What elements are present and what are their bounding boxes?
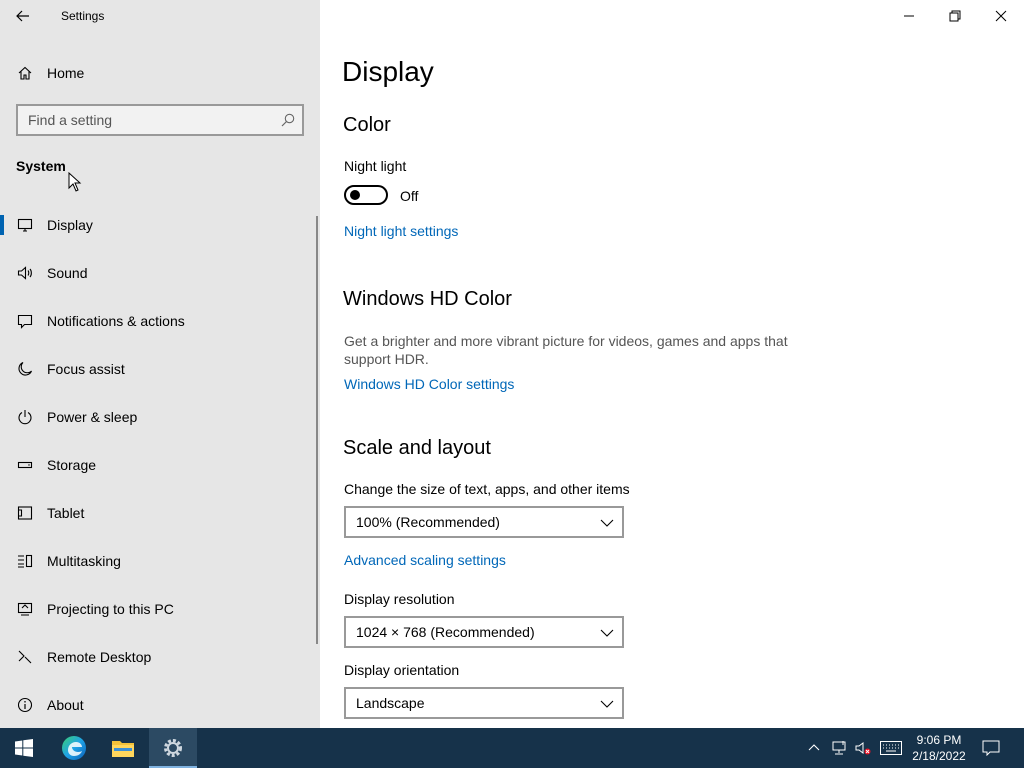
multitasking-icon xyxy=(16,552,34,570)
sidebar-item-label: About xyxy=(47,697,84,713)
show-hidden-icons-button[interactable] xyxy=(804,728,824,768)
chevron-down-icon xyxy=(600,700,614,708)
info-icon xyxy=(16,696,34,714)
chevron-down-icon xyxy=(600,519,614,527)
clock-date: 2/18/2022 xyxy=(912,749,966,763)
sidebar-item-storage[interactable]: Storage xyxy=(0,441,316,489)
resolution-label: Display resolution xyxy=(344,591,455,607)
edge-taskbar-button[interactable] xyxy=(50,728,98,768)
sidebar-item-about[interactable]: About xyxy=(0,681,316,729)
night-light-state: Off xyxy=(400,188,419,204)
volume-muted-icon xyxy=(855,742,871,755)
sidebar-item-label: Tablet xyxy=(47,505,85,521)
sidebar-item-remote-desktop[interactable]: Remote Desktop xyxy=(0,633,316,681)
touch-keyboard-button[interactable] xyxy=(878,728,904,768)
keyboard-icon xyxy=(880,741,902,755)
advanced-scaling-link[interactable]: Advanced scaling settings xyxy=(344,552,506,568)
sidebar-item-focus-assist[interactable]: Focus assist xyxy=(0,345,316,393)
tablet-icon xyxy=(16,504,34,522)
clock[interactable]: 9:06 PM 2/18/2022 xyxy=(908,732,970,764)
network-icon xyxy=(832,741,846,755)
night-light-label: Night light xyxy=(344,158,407,174)
sidebar-item-power-sleep[interactable]: Power & sleep xyxy=(0,393,316,441)
orientation-label: Display orientation xyxy=(344,662,460,678)
sidebar-nav: Display Sound Notifications & actions Fo… xyxy=(0,201,316,729)
resolution-value: 1024 × 768 (Recommended) xyxy=(356,624,535,640)
scale-dropdown[interactable]: 100% (Recommended) xyxy=(344,506,624,538)
app-title: Settings xyxy=(61,9,105,23)
home-icon xyxy=(16,64,34,82)
sidebar-item-label: Storage xyxy=(47,457,97,473)
projecting-icon xyxy=(16,600,34,618)
scale-value: 100% (Recommended) xyxy=(356,514,500,530)
section-title: System xyxy=(16,158,66,174)
remote-desktop-icon xyxy=(16,648,34,666)
storage-icon xyxy=(16,456,34,474)
chevron-down-icon xyxy=(600,629,614,637)
sidebar-item-label: Power & sleep xyxy=(47,409,138,425)
windows-logo-icon xyxy=(15,739,33,757)
toggle-knob xyxy=(350,190,360,200)
sidebar-item-home[interactable]: Home xyxy=(0,56,320,90)
sidebar-item-label: Display xyxy=(47,217,93,233)
chevron-up-icon xyxy=(808,744,820,751)
speaker-icon xyxy=(16,264,34,282)
night-light-toggle[interactable] xyxy=(344,185,388,205)
back-arrow-icon xyxy=(16,10,29,22)
sidebar-item-label: Focus assist xyxy=(47,361,125,377)
color-heading: Color xyxy=(343,114,391,136)
search-box xyxy=(16,104,304,136)
action-center-button[interactable] xyxy=(978,728,1004,768)
hd-color-heading: Windows HD Color xyxy=(343,288,512,310)
back-button[interactable] xyxy=(10,4,36,28)
file-explorer-taskbar-button[interactable] xyxy=(99,728,147,768)
sidebar-item-notifications[interactable]: Notifications & actions xyxy=(0,297,316,345)
sidebar-item-label: Remote Desktop xyxy=(47,649,152,665)
orientation-value: Landscape xyxy=(356,695,425,711)
page-title: Display xyxy=(342,56,434,87)
moon-icon xyxy=(16,360,34,378)
hd-color-description: Get a brighter and more vibrant picture … xyxy=(344,333,788,367)
sidebar-item-label: Projecting to this PC xyxy=(47,601,174,617)
start-button[interactable] xyxy=(0,728,48,768)
settings-taskbar-button[interactable] xyxy=(149,728,197,768)
gear-icon xyxy=(164,739,182,757)
main-content: Display Color Night light Off Night ligh… xyxy=(320,0,1024,728)
sidebar: Settings Home System Display Sound xyxy=(0,0,320,728)
sidebar-item-tablet[interactable]: Tablet xyxy=(0,489,316,537)
network-tray-button[interactable] xyxy=(828,728,850,768)
search-icon[interactable] xyxy=(280,112,296,128)
scale-label: Change the size of text, apps, and other… xyxy=(344,481,630,497)
volume-tray-button[interactable] xyxy=(852,728,874,768)
title-bar: Settings xyxy=(0,0,320,32)
notification-icon xyxy=(16,312,34,330)
sidebar-scrollbar[interactable] xyxy=(316,216,318,644)
night-light-settings-link[interactable]: Night light settings xyxy=(344,223,458,239)
resolution-dropdown[interactable]: 1024 × 768 (Recommended) xyxy=(344,616,624,648)
edge-icon xyxy=(62,736,86,760)
action-center-icon xyxy=(982,740,1000,756)
scale-layout-heading: Scale and layout xyxy=(343,437,491,459)
power-icon xyxy=(16,408,34,426)
sidebar-item-projecting[interactable]: Projecting to this PC xyxy=(0,585,316,633)
search-input[interactable] xyxy=(18,106,268,134)
sidebar-item-label: Sound xyxy=(47,265,88,281)
mouse-cursor-icon xyxy=(68,172,82,192)
sidebar-item-multitasking[interactable]: Multitasking xyxy=(0,537,316,585)
sidebar-item-label: Multitasking xyxy=(47,553,121,569)
orientation-dropdown[interactable]: Landscape xyxy=(344,687,624,719)
taskbar: 9:06 PM 2/18/2022 xyxy=(0,728,1024,768)
sidebar-item-label: Home xyxy=(47,65,85,81)
sidebar-item-sound[interactable]: Sound xyxy=(0,249,316,297)
sidebar-item-label: Notifications & actions xyxy=(47,313,185,329)
monitor-icon xyxy=(16,216,34,234)
folder-icon xyxy=(112,741,134,757)
hd-color-settings-link[interactable]: Windows HD Color settings xyxy=(344,376,514,392)
sidebar-item-display[interactable]: Display xyxy=(0,201,316,249)
clock-time: 9:06 PM xyxy=(916,733,962,747)
